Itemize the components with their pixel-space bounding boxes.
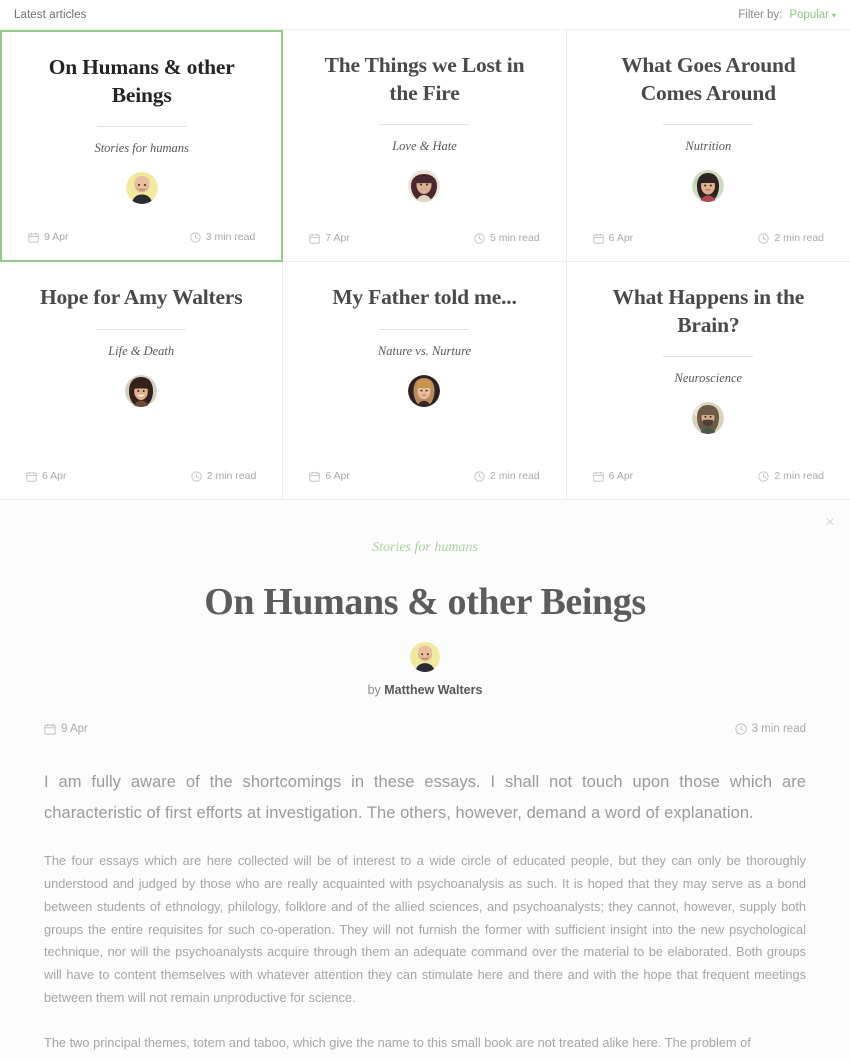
card-read-time: 2 min read <box>758 232 824 244</box>
card-title: What Happens in the Brain? <box>612 285 805 337</box>
card-date-text: 6 Apr <box>42 470 67 482</box>
article-byline: by Matthew Walters <box>44 683 806 697</box>
card-footer: 6 Apr 2 min read <box>593 470 824 482</box>
article-card-grid: On Humans & other Beings Stories for hum… <box>0 29 850 500</box>
divider <box>96 328 187 330</box>
article-category: Stories for humans <box>372 540 478 555</box>
card-date: 9 Apr <box>28 231 69 243</box>
card-date: 7 Apr <box>309 232 350 244</box>
card-category: Nature vs. Nurture <box>377 343 472 358</box>
card-read-time: 2 min read <box>191 470 257 482</box>
byline-prefix: by <box>367 683 381 697</box>
calendar-icon <box>44 723 56 735</box>
card-title: My Father told me... <box>332 285 517 309</box>
calendar-icon <box>309 233 320 244</box>
article-title: On Humans & other Beings <box>204 581 646 623</box>
card-read-time-text: 2 min read <box>490 470 540 482</box>
card-read-time-text: 3 min read <box>205 231 256 243</box>
clock-icon <box>190 231 201 243</box>
article-lead-paragraph: I am fully aware of the shortcomings in … <box>44 773 806 822</box>
card-footer: 9 Apr 3 min read <box>28 231 255 243</box>
article-card[interactable]: What Goes Around Comes Around Nutrition <box>566 30 850 262</box>
card-read-time-text: 5 min read <box>490 232 540 244</box>
calendar-icon <box>26 471 37 482</box>
card-date: 6 Apr <box>309 470 350 482</box>
card-category: Stories for humans <box>94 141 189 156</box>
avatar <box>692 170 725 203</box>
calendar-icon <box>309 471 320 482</box>
article-detail-panel: × Stories for humans On Humans & other B… <box>0 500 850 1060</box>
card-date-text: 6 Apr <box>608 470 634 482</box>
article-paragraph: The four essays which are here collected… <box>44 853 806 1005</box>
article-date-text: 9 Apr <box>61 723 88 735</box>
card-date: 6 Apr <box>593 470 634 482</box>
card-read-time: 2 min read <box>758 470 824 482</box>
calendar-icon <box>593 233 604 244</box>
card-title: On Humans & other Beings <box>48 55 235 107</box>
card-read-time-text: 2 min read <box>206 470 257 482</box>
clock-icon <box>758 470 770 482</box>
article-card[interactable]: Hope for Amy Walters Life & Death 6 Apr … <box>0 262 284 500</box>
article-author-avatar-wrap <box>44 642 806 672</box>
card-category: Nutrition <box>685 139 732 154</box>
divider <box>663 124 754 126</box>
card-footer: 6 Apr 2 min read <box>26 470 256 482</box>
card-category: Love & Hate <box>392 139 457 154</box>
avatar <box>408 374 441 407</box>
card-date-text: 6 Apr <box>608 232 634 244</box>
filter-dropdown[interactable]: Popular ▾ <box>789 9 836 21</box>
article-author-name[interactable]: Matthew Walters <box>384 683 482 697</box>
card-date-text: 6 Apr <box>325 470 350 482</box>
article-meta: 9 Apr 3 min read <box>44 723 806 735</box>
close-icon[interactable]: × <box>819 512 841 534</box>
card-footer: 7 Apr 5 min read <box>309 232 540 244</box>
article-card[interactable]: On Humans & other Beings Stories for hum… <box>0 30 284 262</box>
divider <box>663 356 754 358</box>
card-date: 6 Apr <box>593 232 634 244</box>
card-read-time: 3 min read <box>190 231 256 243</box>
clock-icon <box>474 232 485 244</box>
card-read-time: 2 min read <box>474 470 540 482</box>
filter-control: Filter by: Popular ▾ <box>738 9 836 21</box>
article-read-time: 3 min read <box>735 723 806 735</box>
card-footer: 6 Apr 2 min read <box>309 470 540 482</box>
filter-label: Filter by: <box>738 8 783 21</box>
card-title: What Goes Around Comes Around <box>621 53 796 105</box>
article-card[interactable]: What Happens in the Brain? Neuroscience <box>566 262 850 500</box>
card-read-time-text: 2 min read <box>774 232 824 244</box>
card-read-time: 5 min read <box>474 232 540 244</box>
avatar <box>125 374 158 407</box>
latest-articles-toolbar: Latest articles Filter by: Popular ▾ <box>0 0 850 29</box>
article-card[interactable]: My Father told me... Nature vs. Nurture <box>283 262 567 500</box>
avatar <box>692 402 725 435</box>
divider <box>96 126 187 128</box>
article-paragraph: The two principal themes, totem and tabo… <box>44 1034 751 1050</box>
card-date-text: 9 Apr <box>44 231 69 243</box>
divider <box>379 124 470 126</box>
clock-icon <box>191 470 202 482</box>
avatar <box>408 170 441 203</box>
clock-icon <box>735 723 747 735</box>
page-title: Latest articles <box>14 8 87 21</box>
card-category: Neuroscience <box>674 371 743 386</box>
card-footer: 6 Apr 2 min read <box>593 232 824 244</box>
article-card[interactable]: The Things we Lost in the Fire Love & Ha… <box>283 30 567 262</box>
calendar-icon <box>28 232 39 243</box>
card-date: 6 Apr <box>26 470 67 482</box>
card-date-text: 7 Apr <box>325 232 350 244</box>
avatar <box>410 642 440 672</box>
article-date: 9 Apr <box>44 723 88 735</box>
filter-selected-value: Popular <box>789 8 829 21</box>
clock-icon <box>758 232 770 244</box>
card-title: The Things we Lost in the Fire <box>324 53 525 105</box>
divider <box>379 328 470 330</box>
calendar-icon <box>593 471 604 482</box>
card-read-time-text: 2 min read <box>774 470 824 482</box>
article-read-time-text: 3 min read <box>751 723 806 735</box>
clock-icon <box>474 470 485 482</box>
chevron-down-icon: ▾ <box>831 10 836 20</box>
card-category: Life & Death <box>108 343 175 358</box>
card-title: Hope for Amy Walters <box>39 285 243 309</box>
avatar <box>125 172 158 205</box>
